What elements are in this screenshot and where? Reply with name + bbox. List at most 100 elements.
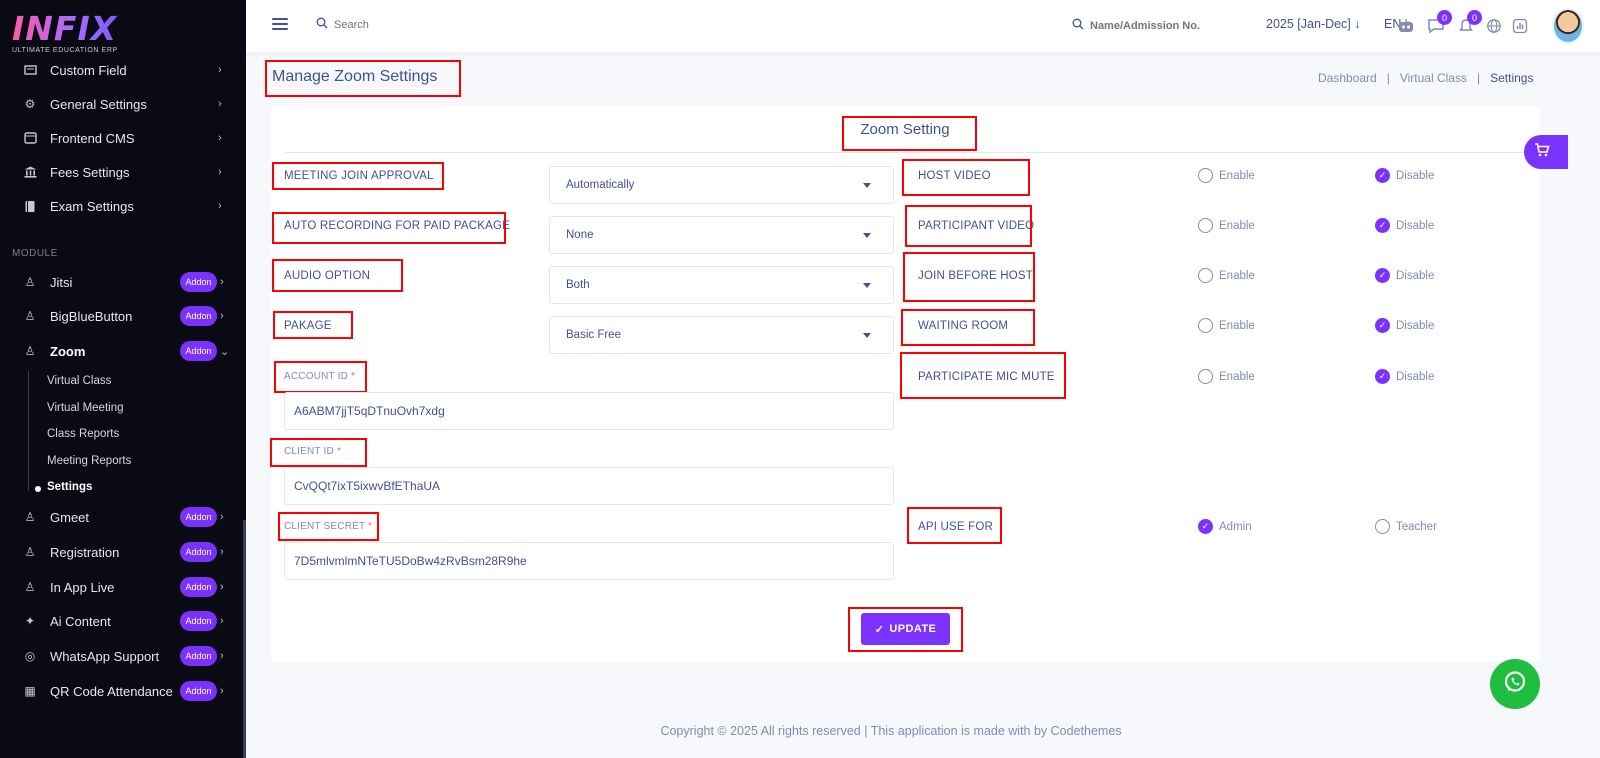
addon-badge: Addon [180, 306, 217, 326]
highlight-box [900, 352, 1066, 399]
sidebar-item-custom-field[interactable]: Custom Field › [0, 53, 240, 87]
session-selector[interactable]: 2025 [Jan-Dec] ↓ [1266, 17, 1361, 31]
sidebar-item-jitsi[interactable]: ♙ Jitsi Addon › [0, 265, 240, 299]
package-select[interactable]: Basic Free [549, 316, 894, 354]
addon-badge: Addon [180, 507, 217, 527]
highlight-box [842, 116, 977, 151]
chat-icon[interactable]: 0 [1426, 10, 1452, 36]
cart-icon [1534, 142, 1550, 162]
addon-badge: Addon [180, 611, 217, 631]
submenu-item-virtual-meeting[interactable]: Virtual Meeting [47, 402, 124, 414]
sidebar-item-gmeet[interactable]: ♙ Gmeet Addon › [0, 500, 240, 534]
client-id-field[interactable]: CvQQt7ixT5ixwvBfEThaUA [284, 467, 894, 505]
account-id-field[interactable]: A6ABM7jjT5qDTnuOvh7xdg [284, 392, 894, 430]
highlight-box [270, 438, 367, 467]
breadcrumb-dashboard[interactable]: Dashboard [1318, 71, 1377, 85]
join-before-host-disable-radio[interactable]: ✓ Disable [1375, 268, 1434, 283]
whatsapp-icon: ◎ [24, 649, 36, 663]
sidebar-item-zoom[interactable]: ♙ Zoom Addon ⌄ [0, 334, 240, 368]
radio-checked-icon: ✓ [1375, 218, 1390, 233]
sidebar-item-qr-code-attendance[interactable]: ▦ QR Code Attendance Addon › [0, 674, 240, 708]
sidebar-scrollbar[interactable] [243, 520, 246, 758]
host-video-enable-radio[interactable]: Enable [1198, 168, 1255, 183]
api-teacher-radio[interactable]: Teacher [1375, 519, 1437, 534]
sidebar-item-exam-settings[interactable]: Exam Settings › [0, 189, 240, 223]
chevron-right-icon: › [220, 546, 224, 558]
avatar[interactable] [1552, 8, 1584, 44]
sidebar-item-label: Jitsi [50, 274, 73, 290]
brand-logo[interactable]: INFIX ULTIMATE EDUCATION ERP [12, 9, 118, 55]
join-before-host-enable-radio[interactable]: Enable [1198, 268, 1255, 283]
student-search[interactable] [1072, 17, 1230, 35]
participant-video-enable-radio[interactable]: Enable [1198, 218, 1255, 233]
waiting-room-enable-radio[interactable]: Enable [1198, 318, 1255, 333]
addon-badge: Addon [180, 681, 217, 701]
radio-off-icon [1198, 268, 1213, 283]
mic-mute-enable-radio[interactable]: Enable [1198, 369, 1255, 384]
highlight-box [274, 361, 367, 393]
sidebar-item-whatsapp-support[interactable]: ◎ WhatsApp Support Addon › [0, 639, 240, 673]
submenu-item-settings[interactable]: Settings [47, 481, 92, 493]
submenu-item-class-reports[interactable]: Class Reports [47, 428, 119, 440]
caret-down-icon [863, 333, 871, 338]
footer-copyright: Copyright © 2025 All rights reserved | T… [660, 724, 1122, 738]
sidebar-item-label: Ai Content [50, 613, 111, 629]
select-value: Automatically [566, 179, 635, 191]
sidebar-item-label: Gmeet [50, 509, 90, 525]
client-secret-field[interactable]: 7D5mlvmlmNTeTU5DoBw4zRvBsm28R9he [284, 542, 894, 580]
chevron-right-icon: › [220, 276, 224, 288]
sidebar-item-fees-settings[interactable]: Fees Settings › [0, 155, 240, 189]
mic-mute-disable-radio[interactable]: ✓ Disable [1375, 369, 1434, 384]
user-icon: ♙ [24, 580, 36, 594]
meeting-join-approval-select[interactable]: Automatically [549, 166, 894, 204]
addon-badge: Addon [180, 542, 217, 562]
topbar: 2025 [Jan-Dec] ↓ EN ↓ 0 0 [246, 0, 1600, 52]
highlight-box [902, 159, 1030, 196]
sidebar-item-label: Fees Settings [50, 164, 130, 180]
sidebar-item-label: In App Live [50, 579, 115, 595]
chevron-right-icon: › [220, 581, 224, 593]
sidebar-item-general-settings[interactable]: ⚙ General Settings › [0, 87, 240, 121]
waiting-room-disable-radio[interactable]: ✓ Disable [1375, 318, 1434, 333]
sidebar-item-ai-content[interactable]: ✦ Ai Content Addon › [0, 604, 240, 638]
name-admission-search-input[interactable] [1090, 20, 1230, 32]
audio-option-select[interactable]: Both [549, 266, 894, 304]
sidebar-item-registration[interactable]: ♙ Registration Addon › [0, 535, 240, 569]
card-title: Zoom Setting [860, 121, 950, 138]
submenu-item-virtual-class[interactable]: Virtual Class [47, 375, 111, 387]
chevron-right-icon: › [220, 310, 224, 322]
robot-icon[interactable] [1396, 16, 1416, 36]
sidebar-item-in-app-live[interactable]: ♙ In App Live Addon › [0, 570, 240, 604]
sidebar-item-label: General Settings [50, 96, 147, 112]
highlight-box [903, 252, 1035, 302]
submenu-item-meeting-reports[interactable]: Meeting Reports [47, 455, 131, 467]
bell-icon[interactable]: 0 [1456, 10, 1482, 36]
host-video-disable-radio[interactable]: ✓ Disable [1375, 168, 1434, 183]
chart-icon[interactable] [1510, 16, 1530, 36]
breadcrumb-separator: | [1476, 71, 1481, 85]
highlight-box [905, 205, 1032, 247]
sidebar: INFIX ULTIMATE EDUCATION ERP Custom Fiel… [0, 0, 246, 758]
submenu-line [28, 371, 29, 491]
global-search[interactable] [316, 17, 454, 32]
highlight-box [272, 162, 444, 190]
bank-icon [22, 164, 38, 180]
logo-text: INFIX [12, 9, 118, 48]
cart-button[interactable] [1524, 135, 1568, 169]
breadcrumb-separator: | [1386, 71, 1390, 85]
radio-checked-icon: ✓ [1375, 168, 1390, 183]
whatsapp-chat-button[interactable] [1490, 659, 1540, 709]
api-admin-radio[interactable]: ✓ Admin [1198, 519, 1252, 534]
participant-video-disable-radio[interactable]: ✓ Disable [1375, 218, 1434, 233]
breadcrumb-virtual-class[interactable]: Virtual Class [1400, 71, 1467, 85]
radio-checked-icon: ✓ [1198, 519, 1213, 534]
menu-toggle-icon[interactable] [272, 18, 288, 32]
search-icon [316, 17, 328, 32]
auto-recording-select[interactable]: None [549, 216, 894, 254]
search-input[interactable] [334, 18, 454, 31]
highlight-box [848, 607, 963, 652]
sidebar-item-bigbluebutton[interactable]: ♙ BigBlueButton Addon › [0, 299, 240, 333]
select-value: Basic Free [566, 329, 621, 341]
highlight-box [272, 259, 403, 292]
globe-icon[interactable] [1484, 16, 1504, 36]
